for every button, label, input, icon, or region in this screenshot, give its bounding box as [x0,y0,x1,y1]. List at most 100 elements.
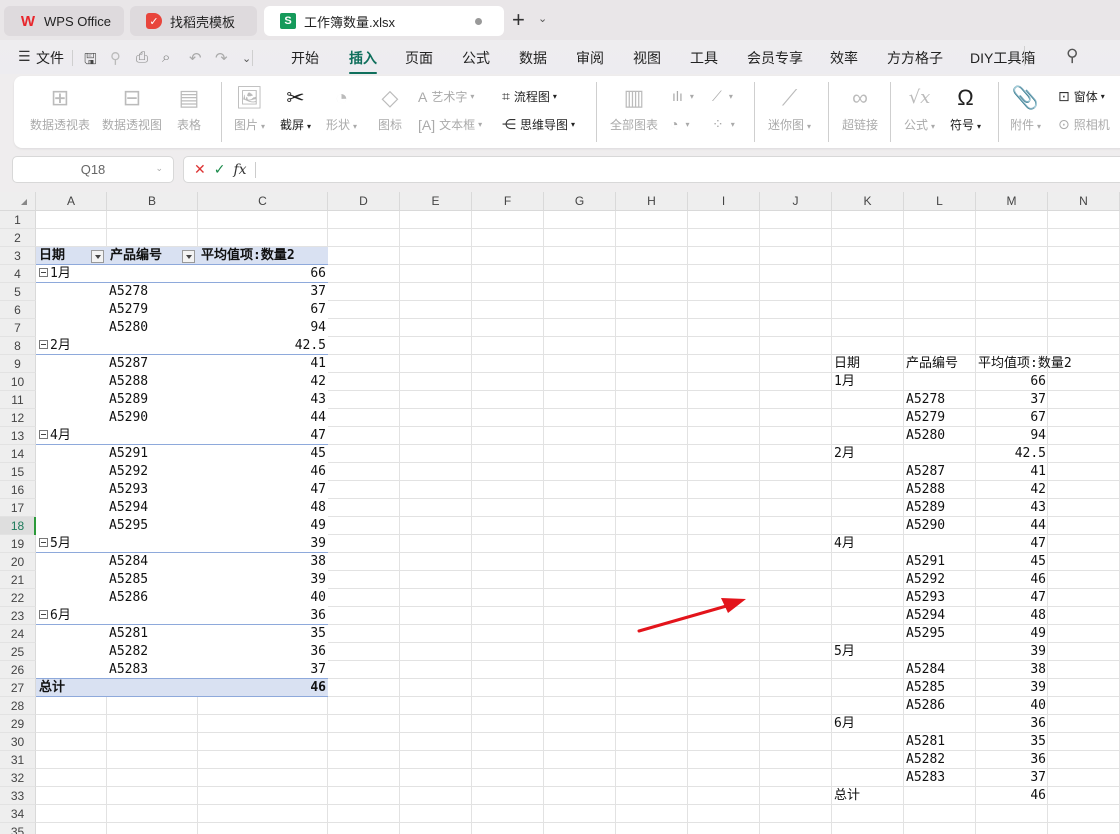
shape-button[interactable]: ◔ 形状 ▾ [326,84,357,133]
attachment-button[interactable]: 📎 附件 ▾ [1010,84,1041,133]
collapse-icon[interactable] [39,268,48,277]
row-header-22[interactable]: 22 [0,589,36,607]
name-box[interactable]: Q18 ⌄ [12,156,174,183]
menu-fangfang[interactable]: 方方格子 [887,48,943,68]
menu-page[interactable]: 页面 [405,48,433,68]
pivot-group-label[interactable]: 5月 [39,535,129,553]
confirm-icon[interactable]: ✓ [214,161,226,178]
chevron-down-icon[interactable]: ⌄ [538,12,547,25]
collapse-icon[interactable] [39,538,48,547]
undo-icon[interactable]: ↶ [189,49,202,67]
row-header-35[interactable]: 35 [0,823,36,834]
row-header-4[interactable]: 4 [0,265,36,283]
formula-button[interactable]: √x 公式 ▾ [904,84,935,133]
all-charts-button[interactable]: ▥ 全部图表 [610,84,658,133]
column-header-g[interactable]: G [544,192,616,211]
row-header-15[interactable]: 15 [0,463,36,481]
textbox-button[interactable]: [A] 文本框 ▾ [418,116,482,133]
column-header-j[interactable]: J [760,192,832,211]
row-header-11[interactable]: 11 [0,391,36,409]
collapse-icon[interactable] [39,430,48,439]
row-header-30[interactable]: 30 [0,733,36,751]
row-header-23[interactable]: 23 [0,607,36,625]
tab-docer-templates[interactable]: ✓ 找稻壳模板 [130,6,257,36]
menu-insert[interactable]: 插入 [349,48,377,74]
row-header-27[interactable]: 27 [0,679,36,697]
chevron-down-icon[interactable]: ⌄ [155,163,163,174]
row-header-20[interactable]: 20 [0,553,36,571]
menu-efficiency[interactable]: 效率 [830,48,858,68]
icon-button[interactable]: ◇ 图标 [378,84,402,133]
row-header-5[interactable]: 5 [0,283,36,301]
row-header-31[interactable]: 31 [0,751,36,769]
row-header-26[interactable]: 26 [0,661,36,679]
sparkline-button[interactable]: ⟋ 迷你图 ▾ [768,84,811,133]
wordart-button[interactable]: A 艺术字 ▾ [418,88,474,105]
row-header-2[interactable]: 2 [0,229,36,247]
row-header-9[interactable]: 9 [0,355,36,373]
filter-dropdown-icon[interactable] [91,250,104,263]
row-header-16[interactable]: 16 [0,481,36,499]
spreadsheet-grid[interactable]: A B C D E F G H I J K L M N 1 2 3 4 5 6 7 8 9 10 11 12 13 14 15 16 17 1… [0,192,1120,834]
new-tab-button[interactable]: + [512,8,525,32]
cancel-icon[interactable]: ✕ [194,161,206,178]
pivot-table-button[interactable]: ⊞ 数据透视表 [30,84,90,133]
row-header-33[interactable]: 33 [0,787,36,805]
save-icon[interactable]: 🖫 [84,49,97,74]
row-header-24[interactable]: 24 [0,625,36,643]
row-header-13[interactable]: 13 [0,427,36,445]
filter-dropdown-icon[interactable] [182,250,195,263]
pivot-group-label[interactable]: 2月 [39,337,129,355]
row-header-25[interactable]: 25 [0,643,36,661]
menu-file[interactable]: 文件 [36,48,64,68]
screenshot-button[interactable]: ✂ 截屏 ▾ [280,84,311,133]
menu-diy-toolbox[interactable]: DIY工具箱 [970,48,1035,68]
column-header-n[interactable]: N [1048,192,1120,211]
column-header-h[interactable]: H [616,192,688,211]
pivot-chart-button[interactable]: ⊟ 数据透视图 [102,84,162,133]
menu-view[interactable]: 视图 [633,48,661,68]
picture-button[interactable]: 🖼 图片 ▾ [234,84,265,133]
column-header-a[interactable]: A [36,192,107,211]
column-header-k[interactable]: K [832,192,904,211]
row-header-19[interactable]: 19 [0,535,36,553]
row-header-21[interactable]: 21 [0,571,36,589]
scatter-chart-button[interactable]: ⁘ ▾ [712,116,735,133]
row-header-28[interactable]: 28 [0,697,36,715]
row-header-10[interactable]: 10 [0,373,36,391]
pivot-group-label[interactable]: 4月 [39,427,129,445]
tab-workbook[interactable]: S 工作簿数量.xlsx [264,6,504,36]
column-header-c[interactable]: C [198,192,328,211]
insert-function-icon[interactable]: fx [233,162,246,178]
pivot-group-label[interactable]: 1月 [39,265,129,283]
row-header-14[interactable]: 14 [0,445,36,463]
camera-button[interactable]: ⊙ 照相机 [1058,116,1110,133]
print-preview-icon[interactable]: ⌕ [162,49,170,66]
symbol-button[interactable]: Ω 符号 ▾ [950,84,981,133]
flowchart-button[interactable]: ⌗ 流程图 ▾ [502,88,557,105]
row-header-7[interactable]: 7 [0,319,36,337]
format-painter-icon[interactable]: ⚲ [110,49,121,67]
column-header-f[interactable]: F [472,192,544,211]
row-header-8[interactable]: 8 [0,337,36,355]
row-header-1[interactable]: 1 [0,211,36,229]
pivot-group-label[interactable]: 6月 [39,607,129,625]
column-header-e[interactable]: E [400,192,472,211]
column-header-b[interactable]: B [107,192,198,211]
row-header-29[interactable]: 29 [0,715,36,733]
row-header-32[interactable]: 32 [0,769,36,787]
pie-chart-button[interactable]: ◔ ▾ [670,116,689,132]
column-header-d[interactable]: D [328,192,400,211]
hyperlink-button[interactable]: ∞ 超链接 [842,84,878,133]
table-button[interactable]: ▤ 表格 [177,84,201,133]
select-all-corner[interactable] [0,192,36,211]
search-icon[interactable]: ⚲ [1066,46,1078,66]
column-header-m[interactable]: M [976,192,1048,211]
collapse-icon[interactable] [39,340,48,349]
chevron-down-icon[interactable]: ⌄ [242,52,251,65]
menu-home[interactable]: 开始 [291,48,319,68]
column-chart-button[interactable]: ılı ▾ [672,88,694,104]
menu-data[interactable]: 数据 [519,48,547,68]
redo-icon[interactable]: ↷ [215,49,228,67]
menu-review[interactable]: 审阅 [576,48,604,68]
